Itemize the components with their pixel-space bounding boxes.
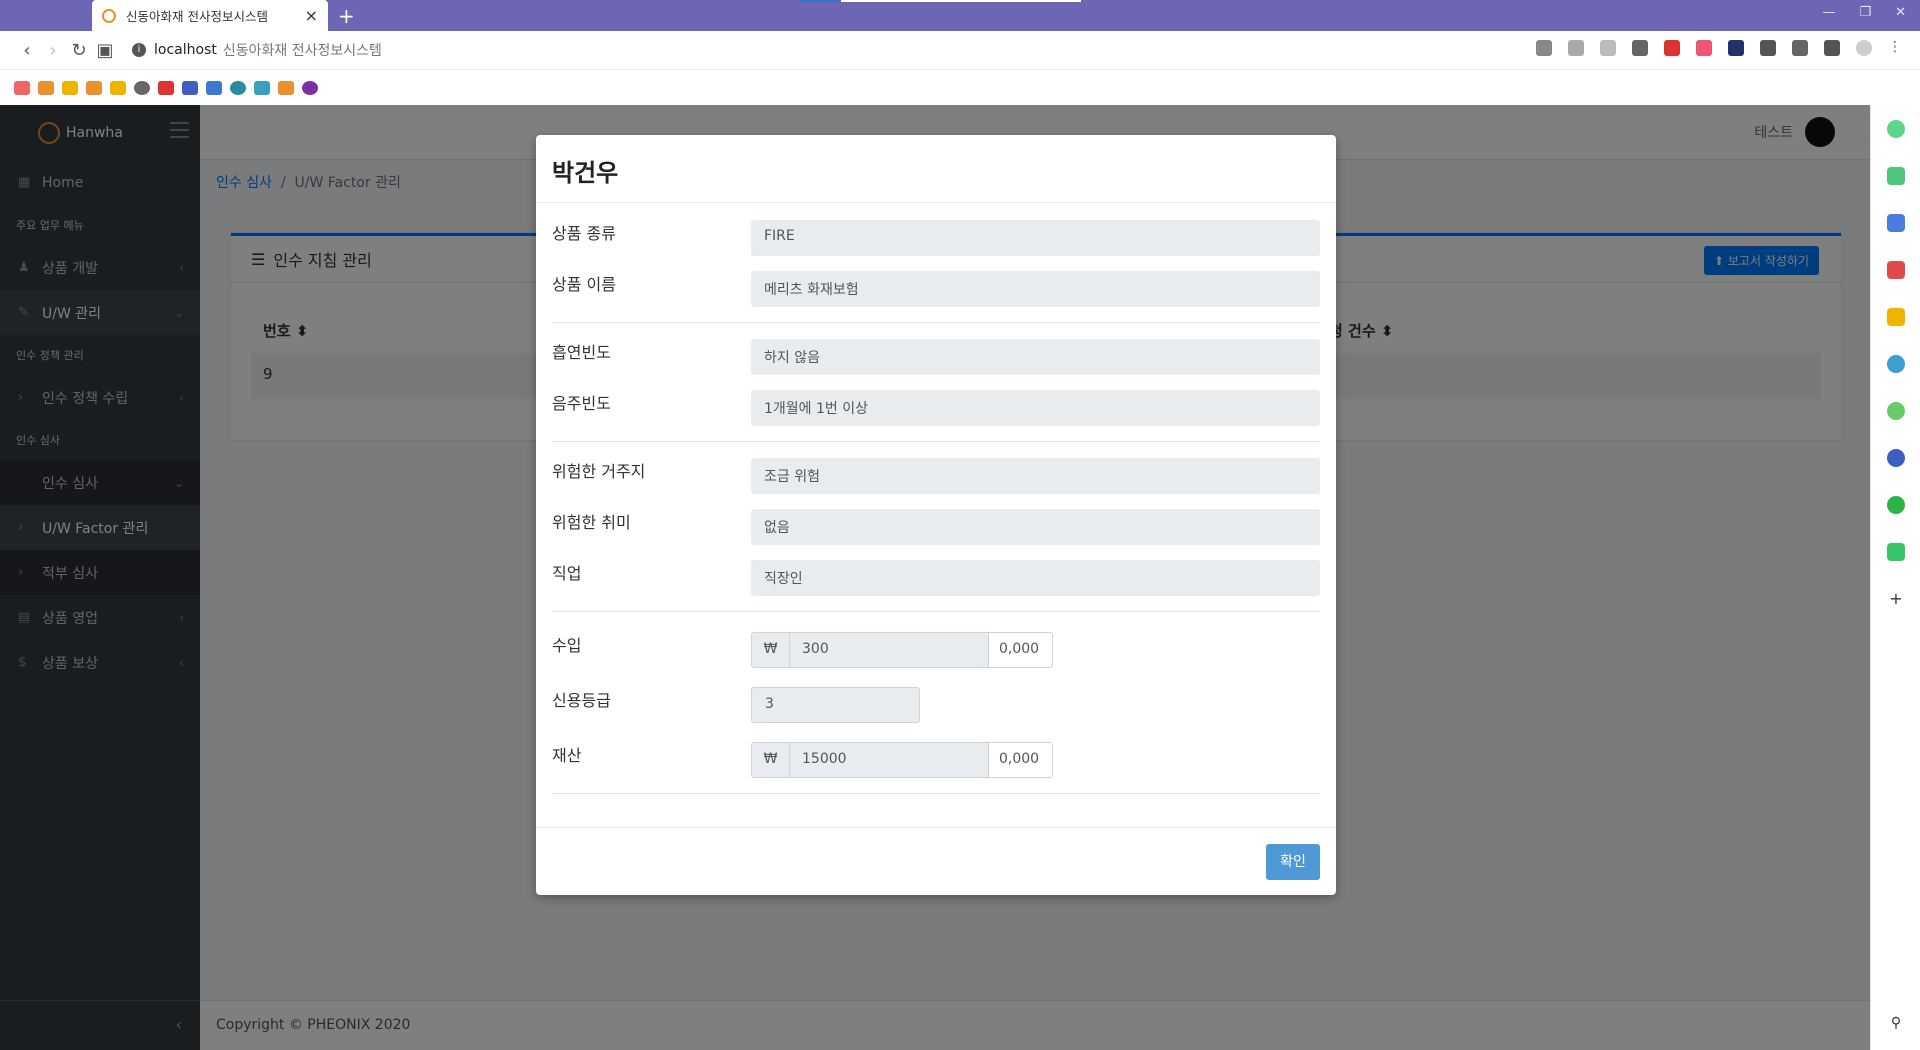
url-page-title: 신동아화재 전사정보시스템 — [222, 43, 382, 59]
divider — [552, 793, 1320, 794]
bookmark-icon[interactable] — [110, 80, 126, 95]
product-type-field[interactable]: FIRE — [751, 220, 1320, 256]
tab-strip-indicator — [800, 0, 840, 2]
browser-tab-bar: 신동아화재 전사정보시스템 × + — ❐ ✕ — [0, 0, 1920, 31]
reader-icon[interactable]: ▣ — [92, 40, 118, 61]
bookmark-icon[interactable] — [302, 80, 318, 95]
tab-strip-indicator-2 — [841, 0, 1081, 2]
bookmark-folder-icon[interactable] — [62, 80, 78, 95]
income-input-group: ₩ 300 0,000 — [751, 632, 1053, 668]
product-name-field[interactable]: 메리츠 화재보험 — [751, 271, 1320, 307]
bookmarks-bar — [0, 70, 1920, 105]
divider — [552, 441, 1320, 442]
field-label: 재산 — [552, 746, 582, 765]
url-host: localhost — [154, 42, 217, 58]
sidebar-app-icon[interactable] — [1887, 167, 1905, 185]
sidebar-app-icon[interactable] — [1887, 214, 1905, 232]
minimize-icon[interactable]: — — [1822, 5, 1835, 20]
field-label: 신용등급 — [552, 691, 611, 710]
detail-modal: 박건우 상품 종류 FIRE 상품 이름 메리츠 화재보험 흡연빈도 하지 않음… — [536, 135, 1336, 895]
extension-icons: ⋮ — [1536, 40, 1904, 56]
browser-sidebar: + ⚲ — [1870, 105, 1920, 1050]
site-info-icon[interactable]: i — [132, 43, 146, 57]
field-label: 위험한 취미 — [552, 513, 631, 532]
menu-icon[interactable]: ⋮ — [1888, 40, 1904, 56]
youtube-icon[interactable] — [1664, 40, 1680, 56]
sidebar-app-icon[interactable] — [1887, 308, 1905, 326]
bookmark-icon[interactable] — [254, 80, 270, 95]
job-field[interactable]: 직장인 — [751, 560, 1320, 596]
field-label: 음주빈도 — [552, 394, 611, 413]
hobby-field[interactable]: 없음 — [751, 509, 1320, 545]
sidebar-toggle-icon[interactable] — [1824, 40, 1840, 56]
network-icon[interactable] — [1696, 40, 1712, 56]
close-window-icon[interactable]: ✕ — [1895, 5, 1906, 20]
residence-field[interactable]: 조금 위험 — [751, 458, 1320, 494]
modal-title: 박건우 — [536, 135, 1336, 203]
income-suffix: 0,000 — [988, 633, 1052, 667]
income-field[interactable]: 300 — [790, 633, 988, 667]
forward-icon[interactable]: › — [40, 40, 66, 61]
shield-icon[interactable] — [1568, 40, 1584, 56]
drinking-field[interactable]: 1개월에 1번 이상 — [751, 390, 1320, 426]
currency-prefix: ₩ — [752, 743, 790, 777]
sidebar-app-icon[interactable] — [1887, 402, 1905, 420]
reload-icon[interactable]: ↻ — [66, 40, 92, 61]
field-label: 상품 이름 — [552, 275, 616, 294]
bookmark-folder-icon[interactable] — [14, 80, 30, 95]
asset-suffix: 0,000 — [988, 743, 1052, 777]
restore-icon[interactable]: ❐ — [1859, 5, 1871, 20]
modal-footer: 확인 — [536, 827, 1336, 895]
bookmark-icon[interactable] — [278, 80, 294, 95]
field-label: 수입 — [552, 636, 582, 655]
bookmark-icon[interactable] — [86, 80, 102, 95]
back-icon[interactable]: ‹ — [14, 40, 40, 61]
site-favicon-icon — [102, 8, 116, 23]
bookmark-folder-icon[interactable] — [38, 80, 54, 95]
sidebar-app-icon[interactable] — [1887, 120, 1905, 138]
confirm-button[interactable]: 확인 — [1266, 844, 1320, 880]
reader-mode-icon[interactable] — [1792, 40, 1808, 56]
divider — [552, 611, 1320, 612]
field-label: 위험한 거주지 — [552, 462, 646, 481]
bookmark-icon[interactable] — [230, 80, 246, 95]
divider — [552, 322, 1320, 323]
credit-field[interactable]: 3 — [751, 687, 920, 723]
facebook-icon[interactable] — [1887, 449, 1905, 467]
bookmark-ppt-icon[interactable] — [158, 80, 174, 95]
field-label: 흡연빈도 — [552, 343, 611, 362]
star-icon[interactable] — [1600, 40, 1616, 56]
smoking-field[interactable]: 하지 않음 — [751, 339, 1320, 375]
window-controls: — ❐ ✕ — [1822, 5, 1906, 20]
pin-icon[interactable]: ⚲ — [1887, 1015, 1905, 1033]
sidebar-app-icon[interactable] — [1887, 261, 1905, 279]
bookmark-icon[interactable] — [134, 80, 150, 95]
asset-input-group: ₩ 15000 0,000 — [751, 742, 1053, 778]
close-tab-icon[interactable]: × — [305, 6, 318, 25]
bookmark-icon[interactable] — [206, 80, 222, 95]
tab-title: 신동아화재 전사정보시스템 — [126, 9, 268, 24]
key-icon[interactable] — [1536, 40, 1552, 56]
new-tab-icon[interactable]: + — [338, 4, 355, 28]
currency-prefix: ₩ — [752, 633, 790, 667]
asset-field[interactable]: 15000 — [790, 743, 988, 777]
url-field[interactable]: i localhost 신동아화재 전사정보시스템 — [132, 40, 382, 60]
field-label: 상품 종류 — [552, 224, 616, 243]
browser-tab[interactable]: 신동아화재 전사정보시스템 × — [92, 0, 328, 31]
bookmark-icon[interactable] — [182, 80, 198, 95]
sidebar-app-icon[interactable] — [1887, 355, 1905, 373]
profile-icon[interactable] — [1856, 40, 1872, 56]
flag-icon[interactable] — [1728, 40, 1744, 56]
extension-icon[interactable] — [1632, 40, 1648, 56]
address-bar: ‹ › ↻ ▣ i localhost 신동아화재 전사정보시스템 ⋮ — [0, 31, 1920, 70]
add-icon[interactable]: + — [1887, 590, 1905, 608]
sidebar-app-icon[interactable] — [1887, 543, 1905, 561]
sidebar-app-icon[interactable] — [1887, 496, 1905, 514]
camera-icon[interactable] — [1760, 40, 1776, 56]
field-label: 직업 — [552, 564, 582, 583]
